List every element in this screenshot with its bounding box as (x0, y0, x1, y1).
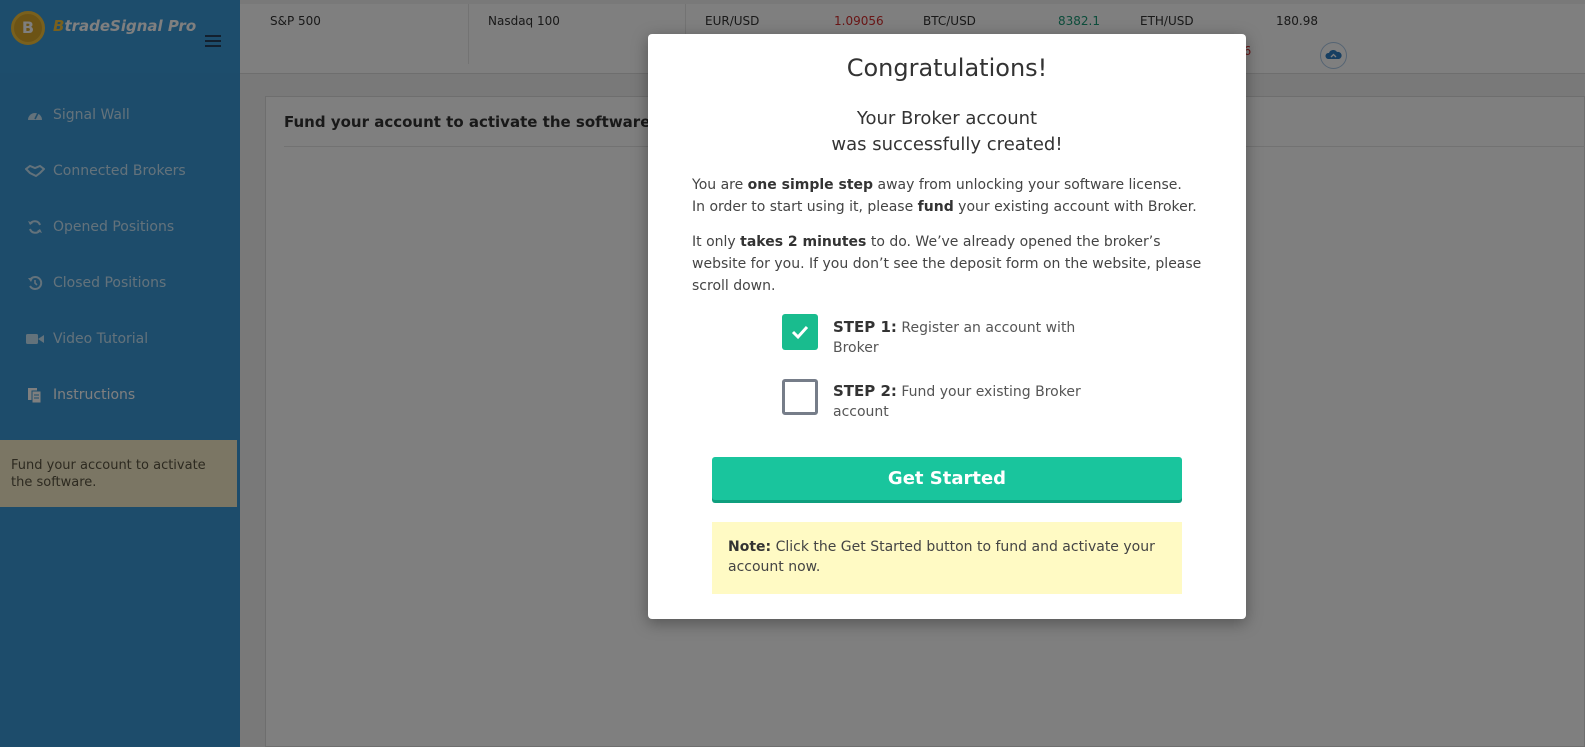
note-box: Note: Click the Get Started button to fu… (712, 522, 1182, 594)
step-1: STEP 1: Register an account with Broker (782, 314, 1093, 358)
modal-subtitle: Your Broker account was successfully cre… (648, 106, 1246, 158)
modal-subtitle-line2: was successfully created! (831, 134, 1063, 155)
modal-subtitle-line1: Your Broker account (856, 108, 1038, 129)
get-started-button[interactable]: Get Started (712, 457, 1182, 500)
step-2-text: STEP 2: Fund your existing Broker accoun… (833, 382, 1081, 420)
checkbox-unchecked-icon (782, 379, 818, 415)
checkbox-checked-icon (782, 314, 818, 350)
modal-info-text: It only takes 2 minutes to do. We’ve alr… (692, 234, 1202, 294)
modal-title: Congratulations! (846, 54, 1048, 82)
success-modal: Congratulations! Your Broker account was… (648, 34, 1246, 619)
modal-intro-text: You are one simple step away from unlock… (692, 177, 1197, 215)
step-2: STEP 2: Fund your existing Broker accoun… (782, 379, 1093, 422)
step-1-text: STEP 1: Register an account with Broker (833, 318, 1076, 356)
